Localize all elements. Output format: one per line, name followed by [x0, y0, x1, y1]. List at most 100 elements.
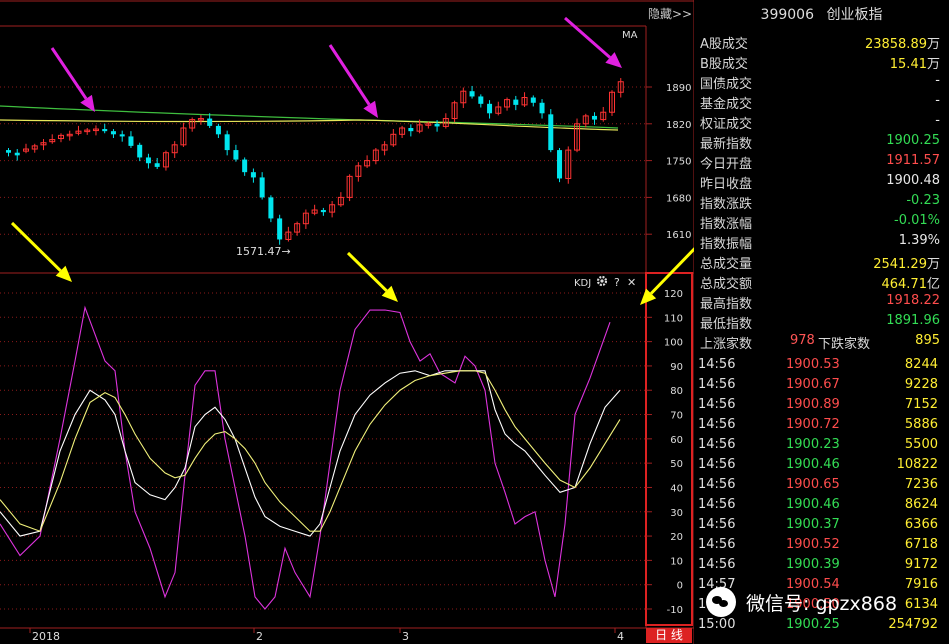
- period-daily-button[interactable]: 日 线: [646, 628, 692, 643]
- stat-row: 指数涨跌 -0.23: [694, 192, 944, 212]
- stat-value: 1900.25: [886, 133, 940, 148]
- tick-volume: 6134: [904, 597, 938, 612]
- kdj-j-line: [0, 305, 611, 610]
- stat-number: -0.23: [906, 193, 940, 208]
- stat-value: 1.39%: [899, 233, 940, 248]
- candle: [381, 141, 388, 156]
- stat-value: 15.41万: [890, 53, 940, 72]
- tick-time: 14:56: [698, 377, 736, 392]
- candle: [539, 99, 545, 119]
- candle: [582, 113, 589, 128]
- candle: [469, 85, 475, 99]
- candle: [548, 109, 554, 153]
- tick-row: 14:56 1900.23 5500: [694, 436, 944, 456]
- watermark-text: 微信号: gpzx868: [746, 592, 898, 615]
- stat-number: 464.71: [881, 277, 927, 292]
- gear-icon[interactable]: [596, 275, 608, 287]
- candle: [259, 172, 265, 200]
- stat-number: 15.41: [889, 57, 927, 72]
- candle: [285, 226, 292, 242]
- stat-value: -: [935, 113, 940, 128]
- stat-row: 指数振幅 1.39%: [694, 232, 944, 252]
- stat-row: 国债成交 -: [694, 72, 944, 92]
- candle: [364, 155, 371, 168]
- tick-price: 1900.53: [786, 357, 840, 372]
- kdj-tick-label: 30: [670, 508, 683, 519]
- candle: [320, 207, 326, 216]
- stat-number: 23858.89: [864, 37, 927, 52]
- ma-label: MA: [622, 30, 638, 41]
- candle: [57, 133, 64, 143]
- candle: [171, 141, 178, 158]
- down-count-value: 895: [915, 333, 940, 348]
- index-name: 创业板指: [826, 7, 883, 23]
- tick-price: 1900.46: [786, 497, 840, 512]
- index-title: 399006 创业板指: [694, 4, 949, 26]
- x-tick-label: 2: [256, 630, 263, 643]
- tick-time: 14:56: [698, 517, 736, 532]
- annotation-arrows: [10, 16, 702, 305]
- candle: [399, 125, 406, 138]
- candle: [390, 129, 397, 147]
- candle: [530, 95, 536, 107]
- candle: [478, 94, 484, 108]
- stat-value: 1900.48: [886, 173, 940, 188]
- tick-volume: 5500: [904, 437, 938, 452]
- candle: [268, 195, 274, 223]
- candle: [408, 124, 414, 137]
- tick-volume: 9228: [904, 377, 938, 392]
- stat-number: 1918.22: [886, 293, 940, 308]
- candle: [565, 146, 572, 184]
- tick-row: 14:56 1900.39 9172: [694, 556, 944, 576]
- price-y-axis: 1890 1820 1750 1680 1610: [646, 83, 691, 241]
- stat-label: 权证成交: [700, 117, 753, 132]
- candle: [557, 147, 563, 183]
- tick-time: 14:56: [698, 497, 736, 512]
- kdj-title: KDJ: [574, 278, 591, 289]
- stat-label: B股成交: [700, 57, 748, 72]
- kdj-tick-label: 70: [670, 411, 683, 422]
- tick-price: 1900.37: [786, 517, 840, 532]
- stat-label: 国债成交: [700, 77, 753, 92]
- help-icon[interactable]: ?: [614, 276, 620, 289]
- candle: [145, 153, 151, 169]
- candlesticks: [6, 78, 624, 245]
- x-tick-label: 3: [402, 630, 409, 643]
- arrow-annotation: [328, 44, 378, 118]
- stat-label: 总成交量: [700, 257, 753, 272]
- tick-volume: 9172: [904, 557, 938, 572]
- low-annotation: 1571.47→: [236, 245, 291, 258]
- candle: [75, 125, 82, 136]
- candle: [66, 130, 73, 141]
- tick-price: 1900.72: [786, 417, 840, 432]
- candle: [40, 139, 47, 151]
- candle: [311, 204, 318, 216]
- hide-panel-button[interactable]: 隐藏>>: [648, 5, 692, 22]
- wechat-icon: [706, 587, 736, 617]
- price-tick-label: 1610: [666, 230, 691, 241]
- tick-volume: 8624: [904, 497, 938, 512]
- stat-row: B股成交 15.41万: [694, 52, 944, 72]
- tick-time: 14:56: [698, 537, 736, 552]
- tick-volume: 6718: [904, 537, 938, 552]
- kdj-tick-label: 90: [670, 362, 683, 373]
- tick-price: 1900.46: [786, 457, 840, 472]
- stat-value: -0.23: [906, 193, 940, 208]
- candle: [487, 100, 493, 119]
- candle: [128, 131, 134, 148]
- watermark: 微信号: gpzx868: [706, 584, 897, 620]
- candle: [513, 95, 519, 111]
- price-tick-label: 1890: [666, 83, 691, 94]
- stat-value: 1918.22: [886, 293, 940, 308]
- stat-value: 23858.89万: [865, 33, 940, 52]
- stat-value: 464.71亿: [881, 273, 940, 292]
- tick-time: 14:56: [698, 397, 736, 412]
- close-icon[interactable]: ✕: [627, 276, 636, 289]
- price-tick-label: 1680: [666, 193, 691, 204]
- kdj-tick-label: 110: [664, 313, 683, 324]
- stat-label: 基金成交: [700, 97, 753, 112]
- index-code: 399006: [760, 7, 814, 23]
- tick-row: 14:56 1900.37 6366: [694, 516, 944, 536]
- kdj-tick-label: 10: [670, 556, 683, 567]
- candle: [451, 100, 458, 123]
